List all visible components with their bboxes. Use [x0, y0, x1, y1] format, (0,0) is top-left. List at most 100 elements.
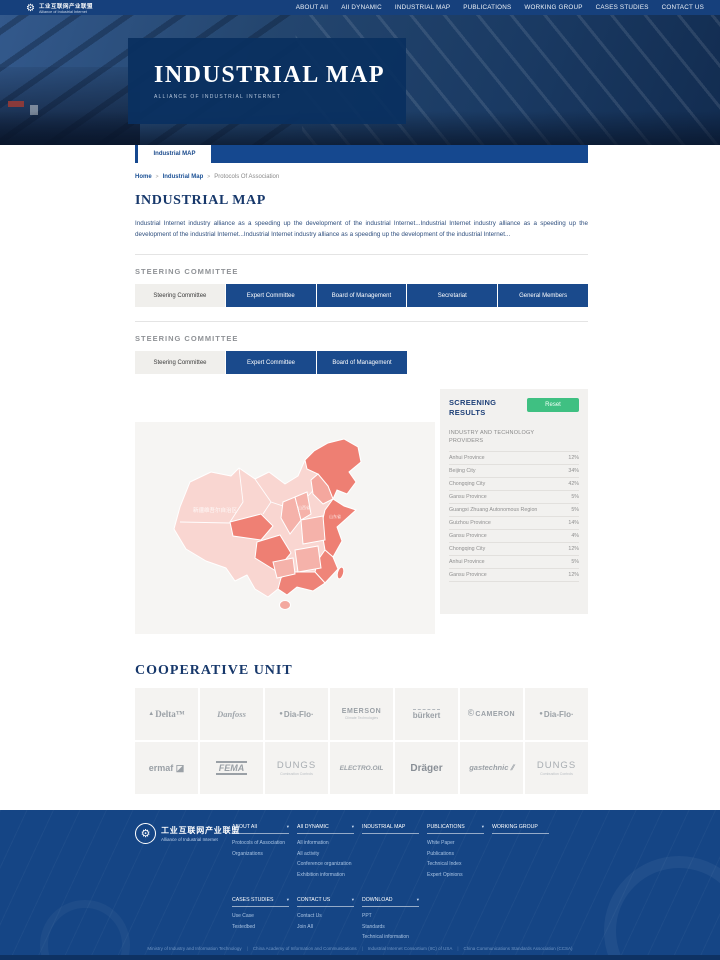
logo-text: ermaf ◪ — [149, 763, 185, 774]
footer-link[interactable]: Expert Opinions — [427, 872, 484, 878]
screening-row[interactable]: Anhui Province5% — [449, 556, 579, 569]
footer-columns-row2: CASES STUDIES▾ Use Case Testedbed CONTACT U… — [232, 897, 419, 940]
partner-logo-ermaf[interactable]: ermaf ◪ — [135, 742, 198, 794]
separator: | — [457, 946, 458, 951]
footer-link[interactable]: Join AII — [297, 924, 354, 930]
footer-link[interactable]: All information — [297, 840, 354, 846]
logo-text: ELECTRO.OIL — [340, 765, 384, 772]
footer-column-title[interactable]: WORKING GROUP — [492, 824, 549, 834]
map-region-hunan-jiangxi[interactable] — [295, 546, 321, 572]
footer-link[interactable]: Standards — [362, 924, 419, 930]
footer-link[interactable]: Technical information — [362, 934, 419, 940]
committee-tab[interactable]: General Members — [498, 284, 588, 307]
partner-logo-electrooil[interactable]: ELECTRO.OIL — [330, 742, 393, 794]
logo-text: DUNGS — [277, 760, 316, 771]
footer-link[interactable]: White Paper — [427, 840, 484, 846]
committee-tab[interactable]: Board of Management — [317, 284, 407, 307]
footer-column-title[interactable]: CASES STUDIES▾ — [232, 897, 289, 907]
partner-logo-diaflo[interactable]: ●Dia-Flo· — [525, 688, 588, 740]
nav-link[interactable]: WORKING GROUP — [524, 4, 582, 11]
footer-column-title[interactable]: PUBLICATIONS▾ — [427, 824, 484, 834]
committee-tab[interactable]: Steering Committee — [135, 351, 225, 374]
partner-logo-dungs[interactable]: DUNGSCombustion Controls — [525, 742, 588, 794]
footer-bottom-link[interactable]: China Academy of Information and Communi… — [253, 946, 357, 951]
logo-wordmark: Dia-Flo· — [544, 710, 574, 719]
partner-logo-emerson[interactable]: EMERSONClimate Technologies — [330, 688, 393, 740]
footer-column-title[interactable]: INDUSTRIAL MAP — [362, 824, 419, 834]
footer-logo[interactable]: ⚙ 工业互联网产业联盟 Alliance of Industrial Inter… — [135, 823, 240, 844]
footer-bottom-link[interactable]: China Communications Standards Associati… — [464, 946, 573, 951]
footer-bottom-link[interactable]: Industrial Internet Consortium (IIC) of … — [368, 946, 453, 951]
committee-tab[interactable]: Expert Committee — [226, 351, 316, 374]
nav-link[interactable]: ABOUT AII — [296, 4, 328, 11]
breadcrumb-item[interactable]: Industrial Map — [163, 174, 204, 180]
partner-logo-delta[interactable]: ▲Delta™ — [135, 688, 198, 740]
committee-tab[interactable]: Steering Committee — [135, 284, 225, 307]
screening-row[interactable]: Chongqing City42% — [449, 478, 579, 491]
screening-row[interactable]: Chongqing City12% — [449, 543, 579, 556]
tab-industrial-map[interactable]: Industrial MAP — [138, 145, 211, 163]
map-region-hainan[interactable] — [280, 601, 291, 610]
footer-gear-icon: ⚙ — [135, 823, 156, 844]
hero-banner: INDUSTRIAL MAP ALLIANCE OF INDUSTRIAL IN… — [0, 15, 720, 145]
screening-row[interactable]: Gansu Province5% — [449, 491, 579, 504]
committee-tab[interactable]: Secretariat — [407, 284, 497, 307]
footer-column-title[interactable]: DOWNLOAD▾ — [362, 897, 419, 907]
top-nav-links: ABOUT AII AII DYNAMIC INDUSTRIAL MAP PUBLIC… — [296, 4, 704, 11]
partner-logo-burkert[interactable]: bürkert — [395, 688, 458, 740]
committee-tab[interactable]: Board of Management — [317, 351, 407, 374]
screening-row[interactable]: Beijing City34% — [449, 465, 579, 478]
footer-link[interactable]: All activity — [297, 851, 354, 857]
chevron-down-icon: ▾ — [482, 824, 484, 830]
china-choropleth-map[interactable]: 新疆维吾尔自治区 山西省 山东省 — [135, 422, 435, 634]
reset-button[interactable]: Reset — [527, 398, 579, 412]
partner-logo-dungs[interactable]: DUNGSCombustion Controls — [265, 742, 328, 794]
nav-link[interactable]: CONTACT US — [662, 4, 704, 11]
nav-link[interactable]: CASES STUDIES — [596, 4, 649, 11]
chevron-down-icon: ▾ — [352, 824, 354, 830]
nav-link[interactable]: PUBLICATIONS — [463, 4, 511, 11]
footer-bottom-link[interactable]: Ministry of Industry and Information Tec… — [147, 946, 241, 951]
breadcrumb-separator: > — [156, 174, 159, 180]
footer-link[interactable]: Protocols of Association — [232, 840, 289, 846]
screening-row[interactable]: Gansu Province4% — [449, 530, 579, 543]
logo-text: Danfoss — [217, 709, 246, 719]
map-region-guizhou[interactable] — [273, 558, 295, 578]
screening-row[interactable]: Anhui Province12% — [449, 452, 579, 465]
province-name: Beijing City — [449, 468, 476, 474]
footer-link[interactable]: Exhibition information — [297, 872, 354, 878]
partner-logo-grid: ▲Delta™Danfoss●Dia-Flo·EMERSONClimate Te… — [135, 688, 588, 794]
footer-column-title[interactable]: CONTACT US▾ — [297, 897, 354, 907]
footer-link[interactable]: Conference organization — [297, 861, 354, 867]
nav-link[interactable]: AII DYNAMIC — [341, 4, 382, 11]
partner-logo-gastechnic[interactable]: gastechnic ⫽ — [460, 742, 523, 794]
partner-logo-fema[interactable]: FEMA — [200, 742, 263, 794]
partner-logo-drager[interactable]: Dräger — [395, 742, 458, 794]
footer-logo-text-en: Alliance of Industrial Internet — [161, 837, 240, 842]
partner-logo-diaflo[interactable]: ●Dia-Flo· — [265, 688, 328, 740]
footer-link[interactable]: Contact Us — [297, 913, 354, 919]
partner-logo-cameron[interactable]: ⒸCAMERON — [460, 688, 523, 740]
screening-row[interactable]: Guizhou Province14% — [449, 517, 579, 530]
footer-link[interactable]: Publications — [427, 851, 484, 857]
map-region-henan-hubei[interactable] — [301, 516, 325, 544]
footer-column-title[interactable]: AII DYNAMIC▾ — [297, 824, 354, 834]
province-value: 12% — [568, 455, 579, 461]
breadcrumb-item[interactable]: Home — [135, 174, 152, 180]
nav-link[interactable]: INDUSTRIAL MAP — [395, 4, 450, 11]
footer-link[interactable]: Use Case — [232, 913, 289, 919]
footer-link[interactable]: Testedbed — [232, 924, 289, 930]
footer-column-label: DOWNLOAD — [362, 897, 393, 903]
site-logo[interactable]: ⚙ 工业互联网产业联盟 Alliance of Industrial Inter… — [26, 4, 93, 15]
footer-link[interactable]: Technical Index — [427, 861, 484, 867]
footer-column-title[interactable]: ABOUT AII▾ — [232, 824, 289, 834]
footer-link[interactable]: PPT — [362, 913, 419, 919]
top-nav-bar: ⚙ 工业互联网产业联盟 Alliance of Industrial Inter… — [0, 0, 720, 15]
logo-text: ▲Delta™ — [148, 709, 184, 719]
screening-row[interactable]: Guangxi Zhuang Autonomous Region5% — [449, 504, 579, 517]
map-region-east-coast[interactable] — [321, 499, 356, 557]
committee-tab[interactable]: Expert Committee — [226, 284, 316, 307]
partner-logo-danfoss[interactable]: Danfoss — [200, 688, 263, 740]
screening-row[interactable]: Gansu Province12% — [449, 569, 579, 582]
footer-link[interactable]: Organizations — [232, 851, 289, 857]
